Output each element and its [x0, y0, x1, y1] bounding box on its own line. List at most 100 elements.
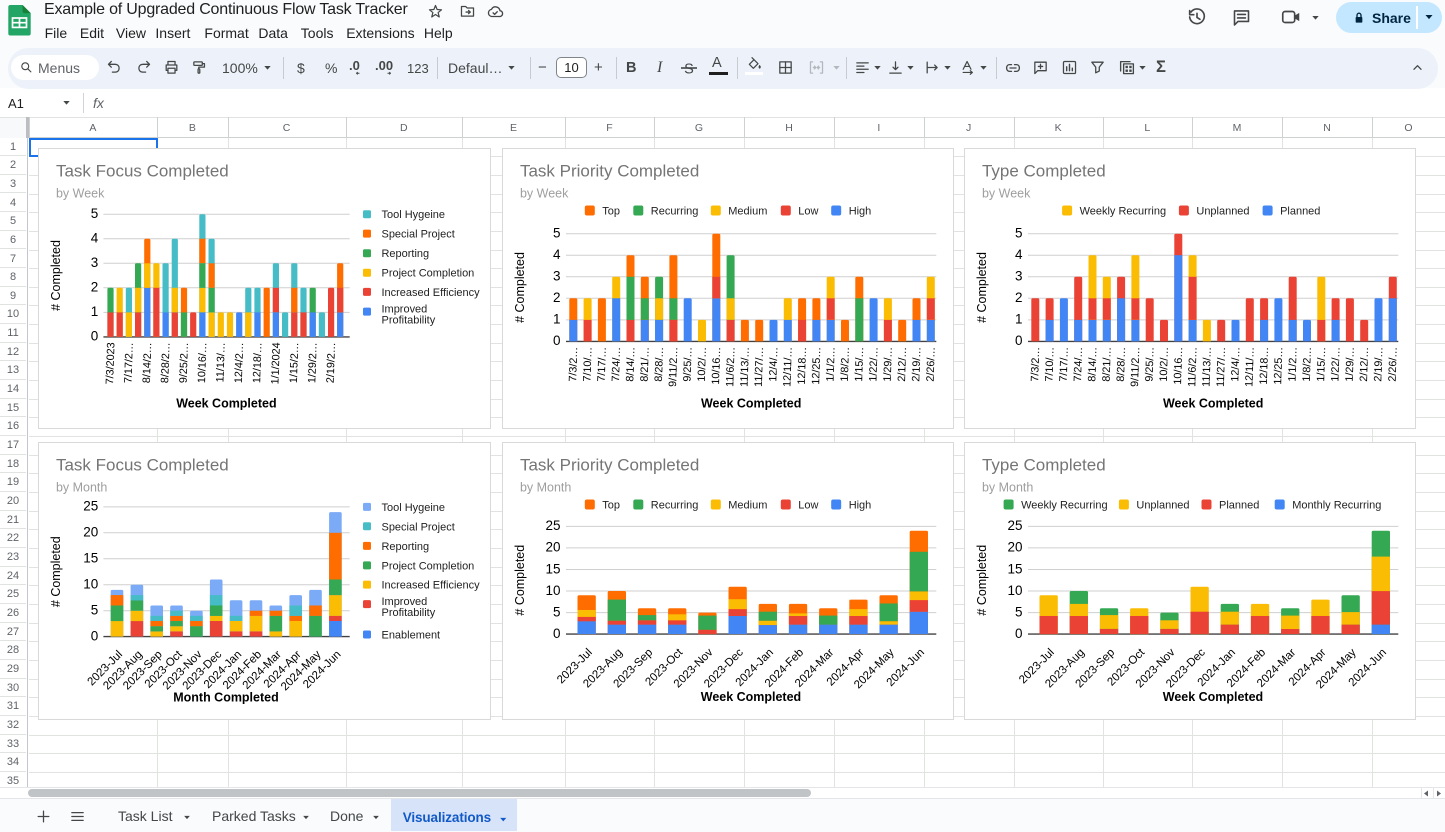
svg-text:9/25/…: 9/25/… — [1143, 347, 1156, 382]
svg-text:4: 4 — [1015, 247, 1023, 262]
svg-text:Project Completion: Project Completion — [382, 560, 475, 572]
svg-text:Top: Top — [602, 206, 620, 218]
svg-text:9/25/…: 9/25/… — [681, 347, 694, 382]
svg-text:Tool Hygeine: Tool Hygeine — [382, 502, 446, 514]
svg-text:Low: Low — [798, 206, 818, 218]
svg-text:20: 20 — [1007, 539, 1022, 554]
svg-text:Increased Efficiency: Increased Efficiency — [382, 287, 481, 299]
svg-text:7/24/…: 7/24/… — [1072, 347, 1085, 382]
svg-text:1/22/…: 1/22/… — [1329, 347, 1342, 382]
svg-text:by Week: by Week — [520, 187, 569, 201]
svg-text:5: 5 — [1015, 226, 1023, 241]
svg-text:5: 5 — [91, 206, 99, 221]
svg-text:12/25…: 12/25… — [810, 347, 823, 385]
svg-text:8/14/…: 8/14/… — [1086, 347, 1099, 382]
svg-text:0: 0 — [1015, 626, 1023, 641]
svg-text:8/14/…: 8/14/… — [624, 347, 637, 382]
svg-text:1/29/…: 1/29/… — [881, 347, 894, 382]
svg-text:1: 1 — [553, 312, 561, 327]
svg-text:Low: Low — [798, 499, 818, 511]
svg-text:1/15/2…: 1/15/2… — [288, 343, 301, 384]
svg-text:2/12/…: 2/12/… — [896, 347, 909, 382]
svg-text:9/11/2…: 9/11/2… — [667, 347, 680, 387]
svg-text:1/29/…: 1/29/… — [1343, 347, 1356, 382]
svg-text:Task Focus Completed: Task Focus Completed — [56, 162, 229, 181]
svg-text:12/4/2…: 12/4/2… — [233, 343, 246, 384]
svg-text:2: 2 — [1015, 290, 1023, 305]
svg-text:1/1/2…: 1/1/2… — [1286, 347, 1299, 382]
svg-text:Medium: Medium — [728, 499, 767, 511]
svg-text:Tool Hygeine: Tool Hygeine — [382, 210, 446, 222]
svg-text:Planned: Planned — [1219, 499, 1259, 511]
svg-text:Increased Efficiency: Increased Efficiency — [382, 579, 481, 591]
svg-text:7/3/2023: 7/3/2023 — [104, 343, 117, 385]
svg-text:9/11/2…: 9/11/2… — [1129, 347, 1142, 387]
svg-text:Type Completed: Type Completed — [982, 455, 1106, 474]
svg-text:# Completed: # Completed — [49, 536, 63, 607]
svg-text:7/17/…: 7/17/… — [595, 347, 608, 382]
svg-text:Reporting: Reporting — [382, 249, 430, 261]
svg-text:7/24/…: 7/24/… — [610, 347, 623, 382]
svg-text:12/18…: 12/18… — [795, 347, 808, 385]
svg-text:Special Project: Special Project — [382, 229, 455, 241]
svg-text:Unplanned: Unplanned — [1196, 206, 1249, 218]
svg-text:0: 0 — [91, 628, 99, 643]
svg-text:Month Completed: Month Completed — [174, 690, 279, 704]
svg-text:11/6/2…: 11/6/2… — [724, 347, 737, 387]
svg-text:2/26/…: 2/26/… — [1386, 347, 1399, 382]
svg-text:12/18/…: 12/18/… — [251, 343, 264, 384]
svg-text:10: 10 — [1007, 582, 1022, 597]
svg-text:1/29/2…: 1/29/2… — [307, 343, 320, 384]
svg-text:10/16/…: 10/16/… — [196, 343, 209, 384]
svg-text:# Completed: # Completed — [49, 240, 63, 311]
svg-text:by Week: by Week — [56, 187, 105, 201]
svg-text:# Completed: # Completed — [513, 544, 527, 615]
svg-text:12/11/…: 12/11/… — [1243, 347, 1256, 387]
svg-text:0: 0 — [553, 334, 561, 349]
svg-text:11/13/…: 11/13/… — [738, 347, 751, 387]
svg-text:Recurring: Recurring — [650, 499, 698, 511]
svg-text:1/15/…: 1/15/… — [1315, 347, 1328, 382]
svg-text:# Completed: # Completed — [975, 252, 989, 323]
svg-text:Medium: Medium — [728, 206, 767, 218]
svg-text:Task Focus Completed: Task Focus Completed — [56, 455, 229, 474]
svg-text:15: 15 — [1007, 561, 1022, 576]
svg-text:12/25…: 12/25… — [1272, 347, 1285, 385]
svg-text:2: 2 — [553, 290, 561, 305]
svg-text:11/13/…: 11/13/… — [215, 343, 228, 383]
svg-text:25: 25 — [83, 498, 98, 513]
svg-text:1/15/…: 1/15/… — [853, 347, 866, 382]
svg-text:3: 3 — [91, 255, 99, 270]
svg-text:2/19/2…: 2/19/2… — [325, 343, 338, 384]
svg-text:Unplanned: Unplanned — [1136, 499, 1189, 511]
svg-text:25: 25 — [1007, 518, 1022, 533]
svg-text:5: 5 — [553, 226, 561, 241]
svg-text:High: High — [848, 499, 871, 511]
svg-text:Weekly Recurring: Weekly Recurring — [1079, 206, 1165, 218]
svg-text:8/14/2…: 8/14/2… — [141, 343, 154, 384]
svg-text:7/3/2…: 7/3/2… — [1029, 347, 1042, 382]
svg-text:12/11/…: 12/11/… — [781, 347, 794, 387]
svg-text:0: 0 — [91, 329, 99, 344]
svg-text:20: 20 — [83, 524, 98, 539]
svg-text:by Month: by Month — [520, 480, 571, 494]
svg-text:10: 10 — [83, 576, 98, 591]
svg-text:2/26/…: 2/26/… — [924, 347, 937, 382]
svg-text:3: 3 — [1015, 269, 1023, 284]
svg-text:10/16…: 10/16… — [1172, 347, 1185, 385]
svg-text:2/19/…: 2/19/… — [1372, 347, 1385, 382]
svg-text:by Week: by Week — [982, 187, 1031, 201]
svg-text:7/10/…: 7/10/… — [581, 347, 594, 382]
svg-text:Week Completed: Week Completed — [701, 397, 801, 411]
svg-text:1: 1 — [1015, 312, 1023, 327]
svg-text:Type Completed: Type Completed — [982, 162, 1106, 181]
svg-text:Monthly Recurring: Monthly Recurring — [1292, 499, 1381, 511]
svg-text:by Month: by Month — [982, 480, 1033, 494]
svg-text:1/8/2…: 1/8/2… — [1300, 347, 1313, 382]
svg-text:# Completed: # Completed — [513, 252, 527, 323]
svg-text:11/27/…: 11/27/… — [752, 347, 765, 387]
svg-text:Week Completed: Week Completed — [700, 690, 800, 704]
svg-text:10/2/…: 10/2/… — [1157, 347, 1170, 382]
svg-text:5: 5 — [1015, 604, 1023, 619]
svg-text:Reporting: Reporting — [382, 541, 430, 553]
